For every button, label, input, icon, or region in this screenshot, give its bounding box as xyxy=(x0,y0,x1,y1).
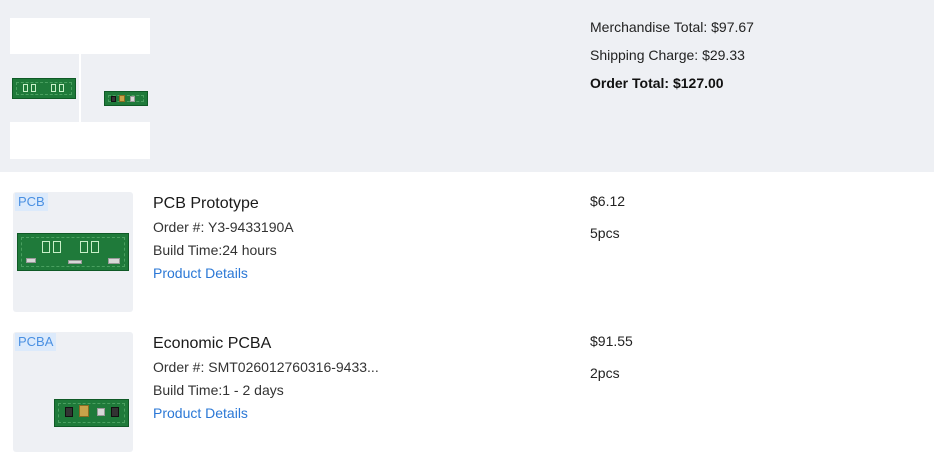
product-type-badge: PCBA xyxy=(15,333,57,351)
product-price: $91.55 xyxy=(590,333,633,349)
product-info: PCB Prototype Order #: Y3-9433190A Build… xyxy=(153,194,294,286)
pcb-board-image xyxy=(12,78,76,99)
product-quantity: 2pcs xyxy=(590,365,620,381)
pcba-board-image xyxy=(54,399,129,427)
product-pricing: $6.12 5pcs xyxy=(590,192,625,256)
product-price: $6.12 xyxy=(590,193,626,209)
pcb-board-image xyxy=(17,233,129,271)
product-quantity: 5pcs xyxy=(590,225,620,241)
product-details-link[interactable]: Product Details xyxy=(153,264,294,286)
pcba-board-image xyxy=(104,91,148,106)
order-summary-band: Merchandise Total: $97.67 Shipping Charg… xyxy=(0,0,934,172)
product-row: PCB PCB Prototype Order #: Y3-9433190A B… xyxy=(0,172,934,312)
shipping-charge: Shipping Charge: $29.33 xyxy=(590,47,745,63)
order-number: Order #: SMT026012760316-9433... xyxy=(153,359,379,375)
merchandise-total: Merchandise Total: $97.67 xyxy=(590,19,754,35)
product-pricing: $91.55 2pcs xyxy=(590,332,633,396)
product-image[interactable]: PCB xyxy=(13,192,133,312)
product-name: Economic PCBA xyxy=(153,335,272,352)
order-total: Order Total: $127.00 xyxy=(590,75,724,91)
build-time: Build Time:24 hours xyxy=(153,242,277,258)
order-thumbnails xyxy=(10,18,150,159)
product-details-link[interactable]: Product Details xyxy=(153,404,379,426)
product-image[interactable]: PCBA xyxy=(13,332,133,452)
product-name: PCB Prototype xyxy=(153,195,259,212)
product-type-badge: PCB xyxy=(15,193,48,211)
order-totals: Merchandise Total: $97.67 Shipping Charg… xyxy=(590,18,754,102)
thumbnail-pcb[interactable] xyxy=(10,54,79,122)
product-row: PCBA Economic PCBA Order #: SMT026012760… xyxy=(0,312,934,452)
product-info: Economic PCBA Order #: SMT026012760316-9… xyxy=(153,334,379,426)
thumbnail-pcba[interactable] xyxy=(81,54,150,122)
order-number: Order #: Y3-9433190A xyxy=(153,219,294,235)
build-time: Build Time:1 - 2 days xyxy=(153,382,284,398)
